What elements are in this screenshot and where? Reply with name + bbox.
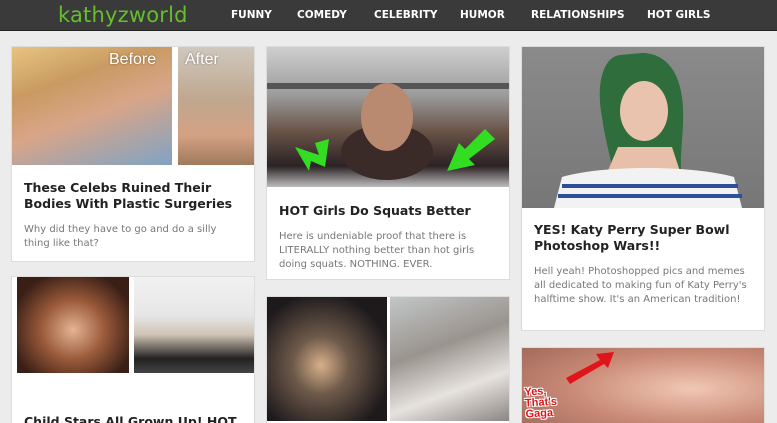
card-title[interactable]: Child Stars All Grown Up! HOT bbox=[24, 414, 244, 423]
card-image[interactable] bbox=[12, 277, 254, 373]
before-label: Before bbox=[109, 51, 157, 68]
card-title[interactable]: HOT Girls Do Squats Better bbox=[279, 203, 499, 219]
main-nav: FUNNY COMEDY CELEBRITY HUMOR RELATIONSHI… bbox=[0, 0, 777, 31]
katy-photo bbox=[554, 53, 742, 208]
nav-hot-girls[interactable]: HOT GIRLS bbox=[647, 9, 710, 21]
article-card-pics[interactable] bbox=[266, 296, 510, 423]
nav-funny[interactable]: FUNNY bbox=[231, 9, 272, 21]
card-image[interactable]: Yes, That's Gaga bbox=[522, 348, 764, 423]
grown-up-photo bbox=[134, 277, 254, 373]
card-title[interactable]: These Celebs Ruined Their Bodies With Pl… bbox=[24, 180, 244, 212]
article-card-squats[interactable]: HOT Girls Do Squats Better Here is unden… bbox=[266, 46, 510, 280]
card-image[interactable]: Before After bbox=[12, 47, 254, 165]
left-photo bbox=[267, 297, 387, 421]
article-card-gaga[interactable]: Yes, That's Gaga bbox=[521, 347, 765, 423]
green-arrow-right-icon bbox=[447, 129, 495, 171]
card-image[interactable] bbox=[522, 47, 764, 208]
article-card-child-stars[interactable]: Child Stars All Grown Up! HOT bbox=[11, 276, 255, 423]
card-title[interactable]: YES! Katy Perry Super Bowl Photoshop War… bbox=[534, 222, 754, 254]
article-card-katy[interactable]: YES! Katy Perry Super Bowl Photoshop War… bbox=[521, 46, 765, 331]
green-arrow-left-icon bbox=[295, 139, 329, 171]
red-arrow-icon bbox=[566, 352, 614, 384]
card-description: Hell yeah! Photoshopped pics and memes a… bbox=[534, 266, 747, 305]
nav-humor[interactable]: HUMOR bbox=[460, 9, 505, 21]
card-description: Here is undeniable proof that there is L… bbox=[279, 231, 475, 270]
article-card-celebs[interactable]: Before After These Celebs Ruined Their B… bbox=[11, 46, 255, 262]
card-image[interactable] bbox=[267, 297, 509, 421]
squat-photo bbox=[267, 83, 509, 180]
after-label: After bbox=[185, 51, 219, 68]
gaga-caption: Yes, That's Gaga bbox=[524, 385, 558, 421]
nav-comedy[interactable]: COMEDY bbox=[297, 9, 347, 21]
nav-celebrity[interactable]: CELEBRITY bbox=[374, 9, 438, 21]
card-description: Why did they have to go and do a silly t… bbox=[24, 224, 217, 249]
right-photo bbox=[390, 297, 509, 421]
photo-divider bbox=[172, 47, 178, 165]
nav-relationships[interactable]: RELATIONSHIPS bbox=[531, 9, 625, 21]
card-image[interactable] bbox=[267, 47, 509, 187]
top-nav-bar: kathyzworld FUNNY COMEDY CELEBRITY HUMOR… bbox=[0, 0, 777, 31]
child-photo bbox=[17, 277, 129, 373]
